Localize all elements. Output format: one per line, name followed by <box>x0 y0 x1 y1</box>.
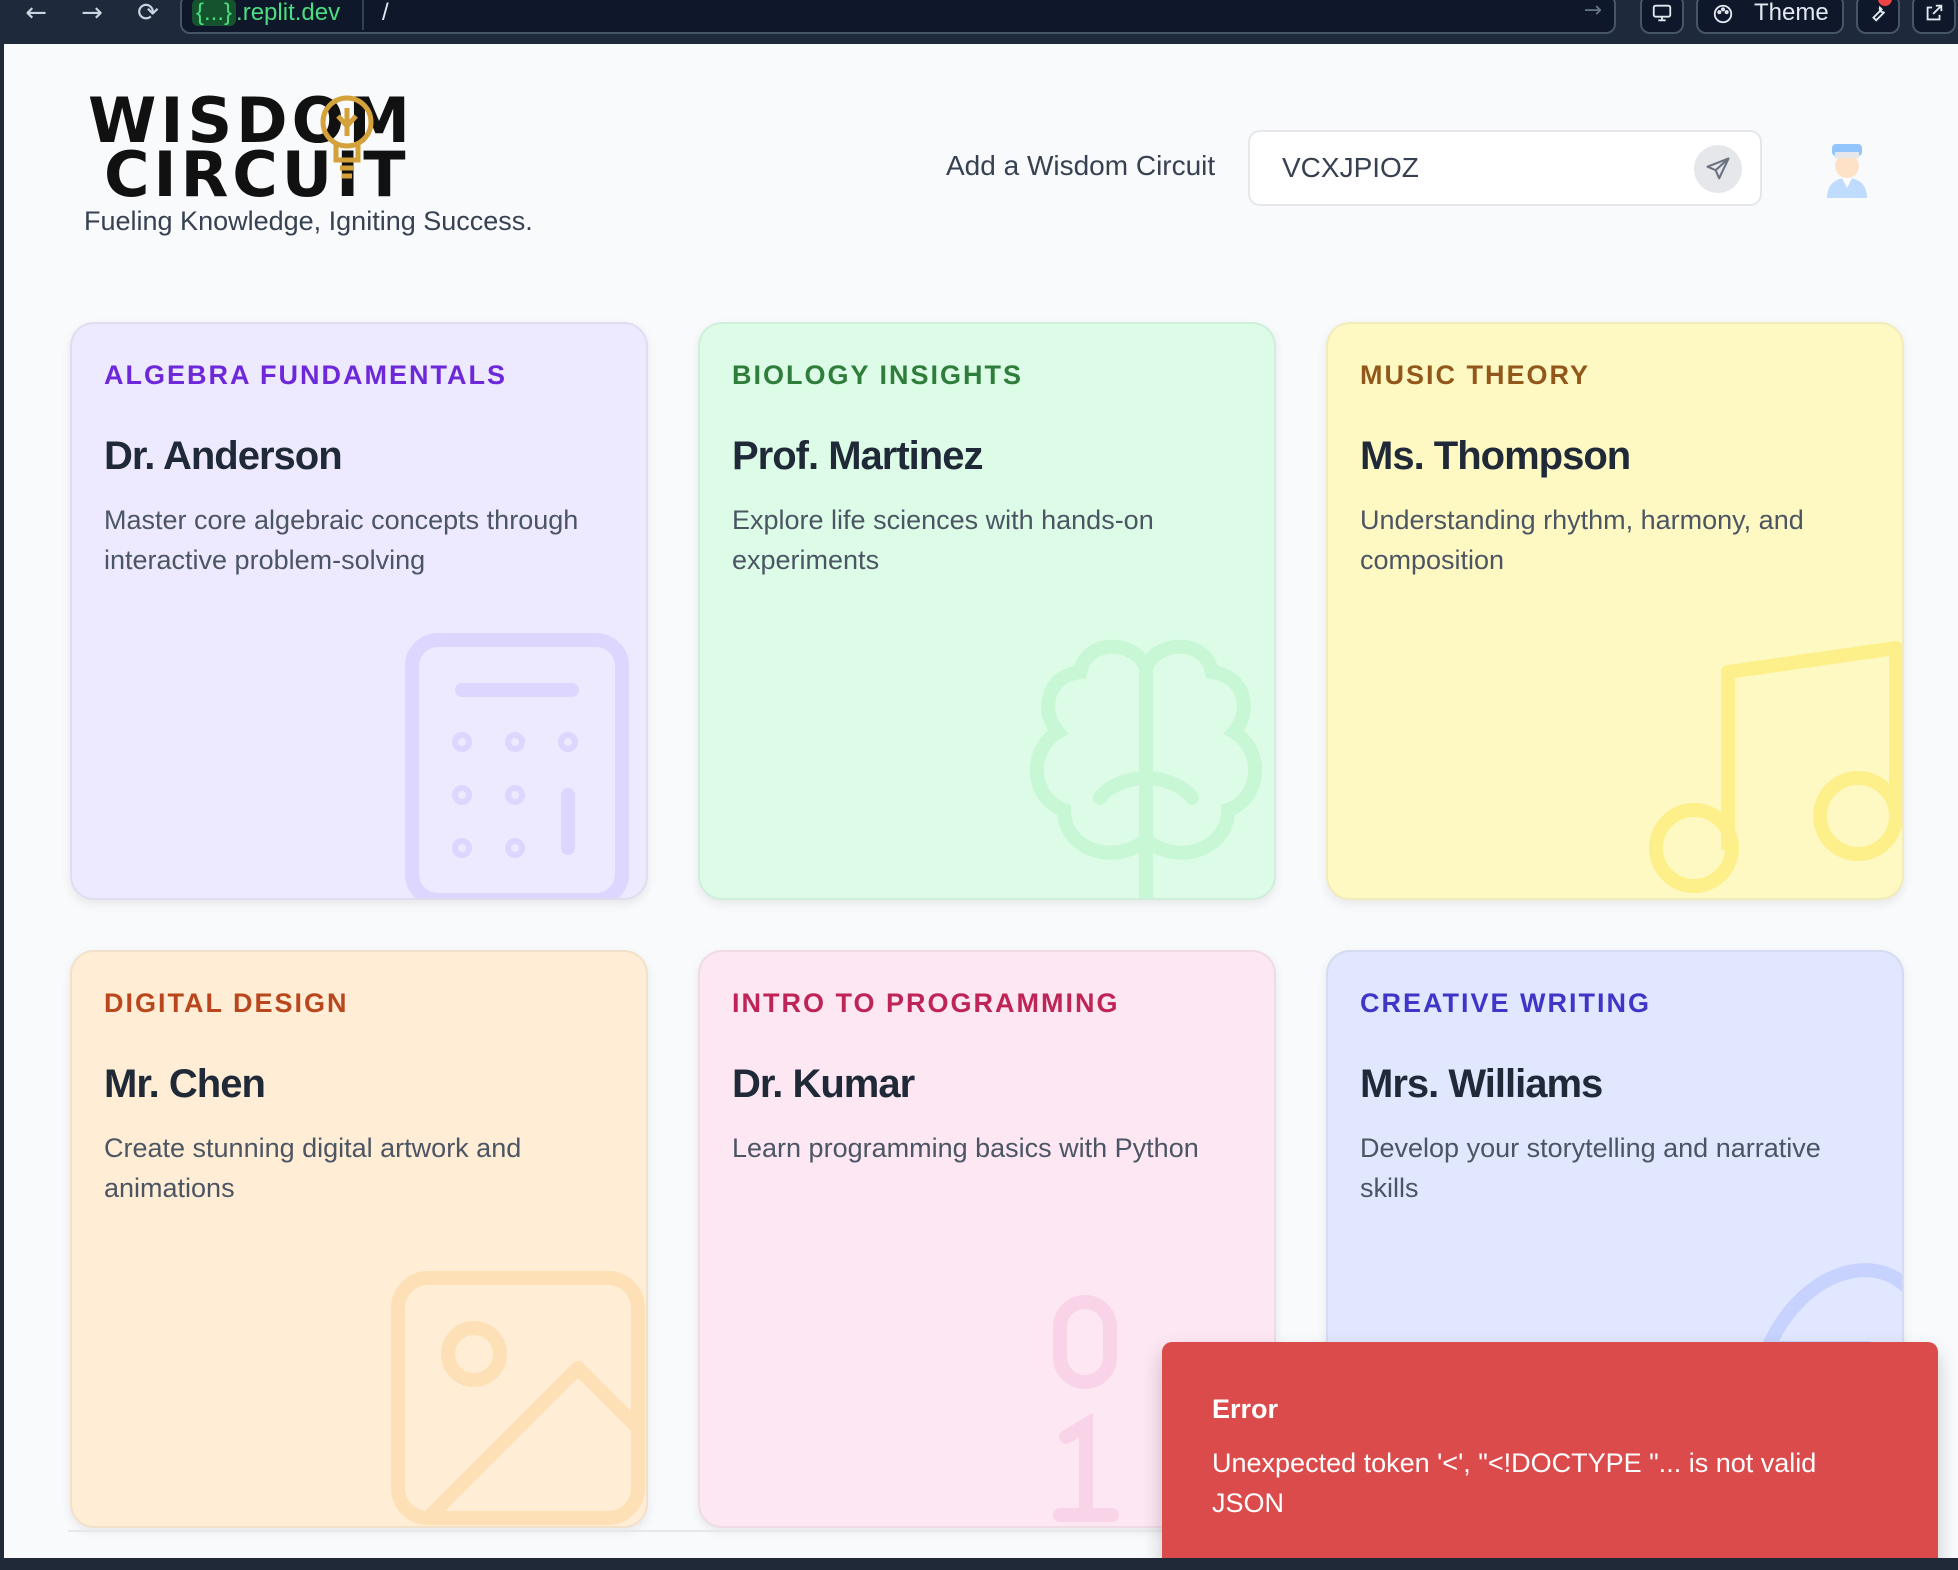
image-icon <box>391 1271 645 1525</box>
brain-icon <box>1029 639 1263 898</box>
card-subject: MUSIC THEORY <box>1360 360 1591 390</box>
url-host-domain: .replit.dev <box>236 0 341 26</box>
binary-icon <box>1053 1295 1119 1522</box>
forward-icon[interactable]: → <box>72 0 112 30</box>
card-description: Learn programming basics with Python <box>732 1133 1199 1163</box>
devices-button[interactable] <box>1640 0 1684 34</box>
url-go-icon[interactable]: → <box>1584 0 1602 23</box>
user-avatar[interactable] <box>1822 144 1872 198</box>
url-bar[interactable]: {...} .replit.dev / → <box>180 0 1616 34</box>
card-teacher: Dr. Anderson <box>104 434 343 478</box>
url-divider <box>362 0 364 30</box>
url-path: / <box>382 0 389 26</box>
card-description: Master core algebraic concepts through i… <box>104 505 579 575</box>
send-button[interactable] <box>1694 145 1742 193</box>
toast-message: Unexpected token '<', "<!DOCTYPE "... is… <box>1212 1448 1817 1518</box>
course-card-biology[interactable]: BIOLOGY INSIGHTS Prof. Martinez Explore … <box>698 322 1276 900</box>
card-subject: DIGITAL DESIGN <box>104 988 349 1018</box>
app-page: WISDOM CIRCUIT Fueling Knowledge, Igniti… <box>4 44 1958 1558</box>
window-bottom-edge <box>0 1558 1958 1570</box>
tools-button[interactable] <box>1856 0 1900 34</box>
course-card-music[interactable]: MUSIC THEORY Ms. Thompson Understanding … <box>1326 322 1904 900</box>
reload-icon[interactable]: ⟳ <box>128 0 168 30</box>
circuit-code-input[interactable] <box>1248 130 1762 206</box>
browser-toolbar: ← → ⟳ {...} .replit.dev / → Theme <box>0 0 1958 44</box>
calculator-icon <box>405 633 629 898</box>
music-note-icon <box>1649 641 1902 893</box>
card-teacher: Dr. Kumar <box>732 1062 915 1106</box>
card-teacher: Ms. Thompson <box>1360 434 1631 478</box>
card-subject: INTRO TO PROGRAMMING <box>732 988 1120 1018</box>
open-new-tab-button[interactable] <box>1912 0 1956 34</box>
course-card-digital-design[interactable]: DIGITAL DESIGN Mr. Chen Create stunning … <box>70 950 648 1528</box>
palette-icon <box>1713 4 1733 24</box>
lightbulb-icon <box>320 95 374 179</box>
theme-label: Theme <box>1754 0 1829 26</box>
card-description: Create stunning digital artwork and anim… <box>104 1133 522 1203</box>
external-link-icon <box>1926 4 1943 21</box>
theme-button[interactable]: Theme <box>1696 0 1844 34</box>
card-teacher: Mr. Chen <box>104 1062 266 1106</box>
card-subject: CREATIVE WRITING <box>1360 988 1651 1018</box>
send-icon <box>1706 157 1730 180</box>
toast-title: Error <box>1212 1394 1279 1424</box>
card-description: Explore life sciences with hands-on expe… <box>732 505 1154 575</box>
card-description: Develop your storytelling and narrative … <box>1360 1133 1821 1203</box>
card-description: Understanding rhythm, harmony, and compo… <box>1360 505 1804 575</box>
url-host: {...} .replit.dev <box>192 0 340 28</box>
error-toast[interactable]: Error Unexpected token '<', "<!DOCTYPE "… <box>1162 1342 1938 1558</box>
course-card-algebra[interactable]: ALGEBRA FUNDAMENTALS Dr. Anderson Master… <box>70 322 648 900</box>
card-subject: ALGEBRA FUNDAMENTALS <box>104 360 507 390</box>
tagline: Fueling Knowledge, Igniting Success. <box>84 206 533 236</box>
url-host-braces: {...} <box>192 0 237 26</box>
monitor-icon <box>1652 4 1672 22</box>
card-teacher: Prof. Martinez <box>732 434 983 478</box>
back-icon[interactable]: ← <box>16 0 56 30</box>
card-subject: BIOLOGY INSIGHTS <box>732 360 1024 390</box>
card-teacher: Mrs. Williams <box>1360 1062 1603 1106</box>
add-circuit-label: Add a Wisdom Circuit <box>946 150 1216 181</box>
